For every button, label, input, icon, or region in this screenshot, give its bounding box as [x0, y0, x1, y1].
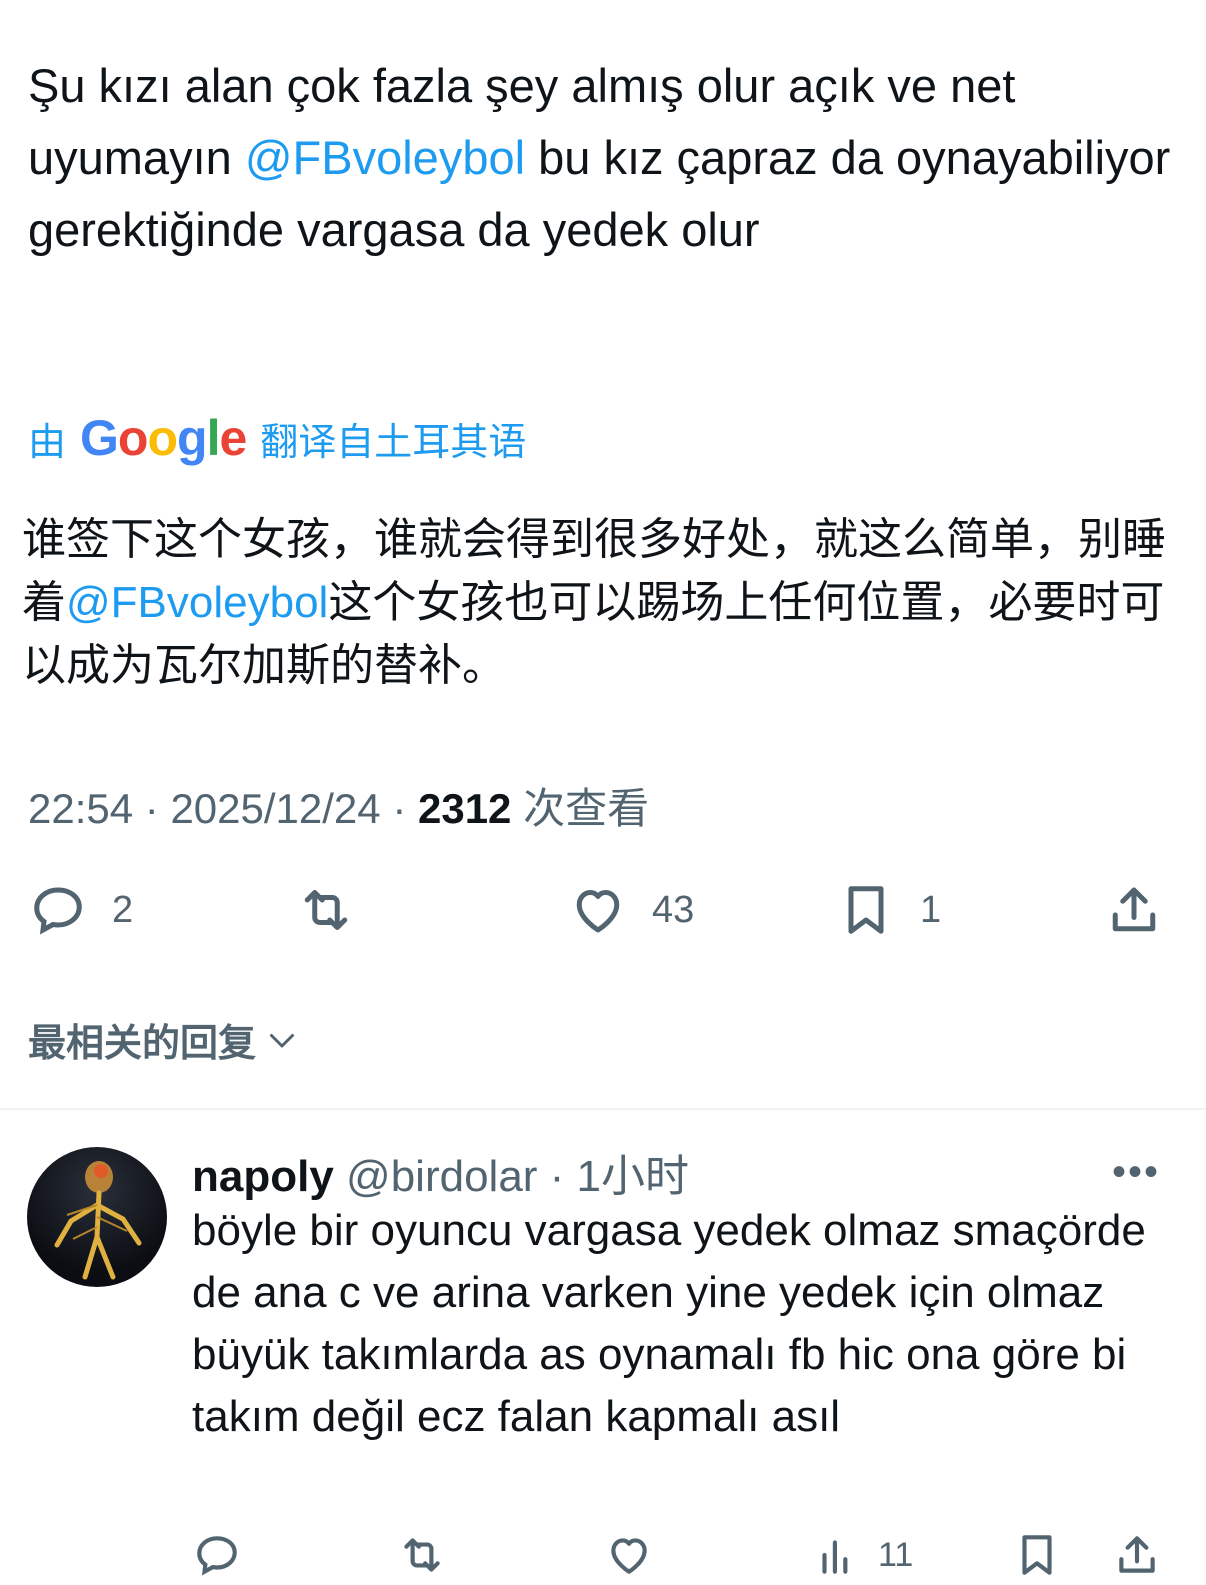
- tweet-time[interactable]: 22:54: [28, 785, 133, 832]
- like-count: 43: [652, 888, 695, 931]
- chevron-down-icon: [270, 1033, 295, 1047]
- translated-by-prefix: 由: [28, 421, 67, 464]
- bookmark-icon: [848, 886, 884, 934]
- reply-count: 2: [112, 888, 134, 931]
- tweet-actions: 2 43 1: [28, 880, 1168, 950]
- reply-bookmark-button[interactable]: [1012, 1530, 1062, 1580]
- retweet-button[interactable]: [296, 880, 380, 940]
- replies-sort-dropdown[interactable]: 最相关的回复: [28, 1012, 300, 1067]
- reply-header: napoly @birdolar · 1小时: [192, 1140, 689, 1204]
- tweet-date[interactable]: 2025/12/24: [170, 785, 380, 832]
- bookmark-icon: [1022, 1535, 1052, 1575]
- reply-handle[interactable]: @birdolar: [346, 1152, 537, 1201]
- translated-text: 谁签下这个女孩，谁就会得到很多好处，就这么简单，别睡着@FBvoleybol这个…: [22, 508, 1182, 697]
- avatar-image: [54, 1161, 142, 1280]
- reply-share-button[interactable]: [1112, 1530, 1162, 1580]
- share-button[interactable]: [1104, 880, 1164, 940]
- reply-reply-button[interactable]: [192, 1530, 242, 1580]
- translated-mention-link[interactable]: @FBvoleybol: [66, 578, 328, 627]
- meta-separator: ·: [380, 785, 418, 832]
- reply-separator: ·: [537, 1152, 577, 1201]
- like-button[interactable]: 43: [568, 880, 694, 940]
- tweet-meta: 22:54 · 2025/12/24 · 2312 次查看: [28, 775, 649, 836]
- reply-icon: [197, 1536, 237, 1576]
- reply-views-button[interactable]: 11: [812, 1530, 913, 1580]
- more-options-icon[interactable]: •••: [1112, 1150, 1160, 1195]
- bookmark-count: 1: [920, 888, 942, 931]
- avatar[interactable]: [27, 1147, 167, 1287]
- section-divider: [0, 1108, 1206, 1110]
- analytics-icon: [822, 1540, 848, 1574]
- replies-sort-label: 最相关的回复: [28, 1023, 257, 1065]
- reply-like-button[interactable]: [604, 1530, 654, 1580]
- retweet-icon: [304, 890, 348, 930]
- translated-from-label: 翻译自土耳其语: [260, 421, 527, 464]
- mention-link[interactable]: @FBvoleybol: [245, 131, 525, 184]
- reply-display-name[interactable]: napoly: [192, 1152, 334, 1201]
- reply-retweet-button[interactable]: [397, 1530, 447, 1580]
- reply-view-count: 11: [878, 1535, 914, 1574]
- google-logo: Google: [80, 410, 247, 466]
- share-icon: [1112, 887, 1156, 932]
- bookmark-button[interactable]: 1: [836, 880, 941, 940]
- meta-separator: ·: [133, 785, 171, 832]
- view-label: 次查看: [511, 785, 650, 832]
- reply-button[interactable]: 2: [28, 880, 133, 940]
- reply-actions: 11: [192, 1530, 1172, 1585]
- translation-attribution[interactable]: 由 Google 翻译自土耳其语: [28, 408, 526, 468]
- view-count: 2312: [417, 785, 512, 832]
- reply-time[interactable]: 1小时: [577, 1152, 689, 1201]
- reply-text: böyle bir oyuncu vargasa yedek olmaz sma…: [192, 1206, 1146, 1441]
- reply-icon: [34, 887, 82, 935]
- tweet-text: Şu kızı alan çok fazla şey almış olur aç…: [28, 50, 1178, 266]
- heart-icon: [611, 1538, 647, 1574]
- heart-icon: [576, 890, 620, 933]
- share-icon: [1119, 1536, 1155, 1573]
- retweet-icon: [404, 1538, 440, 1572]
